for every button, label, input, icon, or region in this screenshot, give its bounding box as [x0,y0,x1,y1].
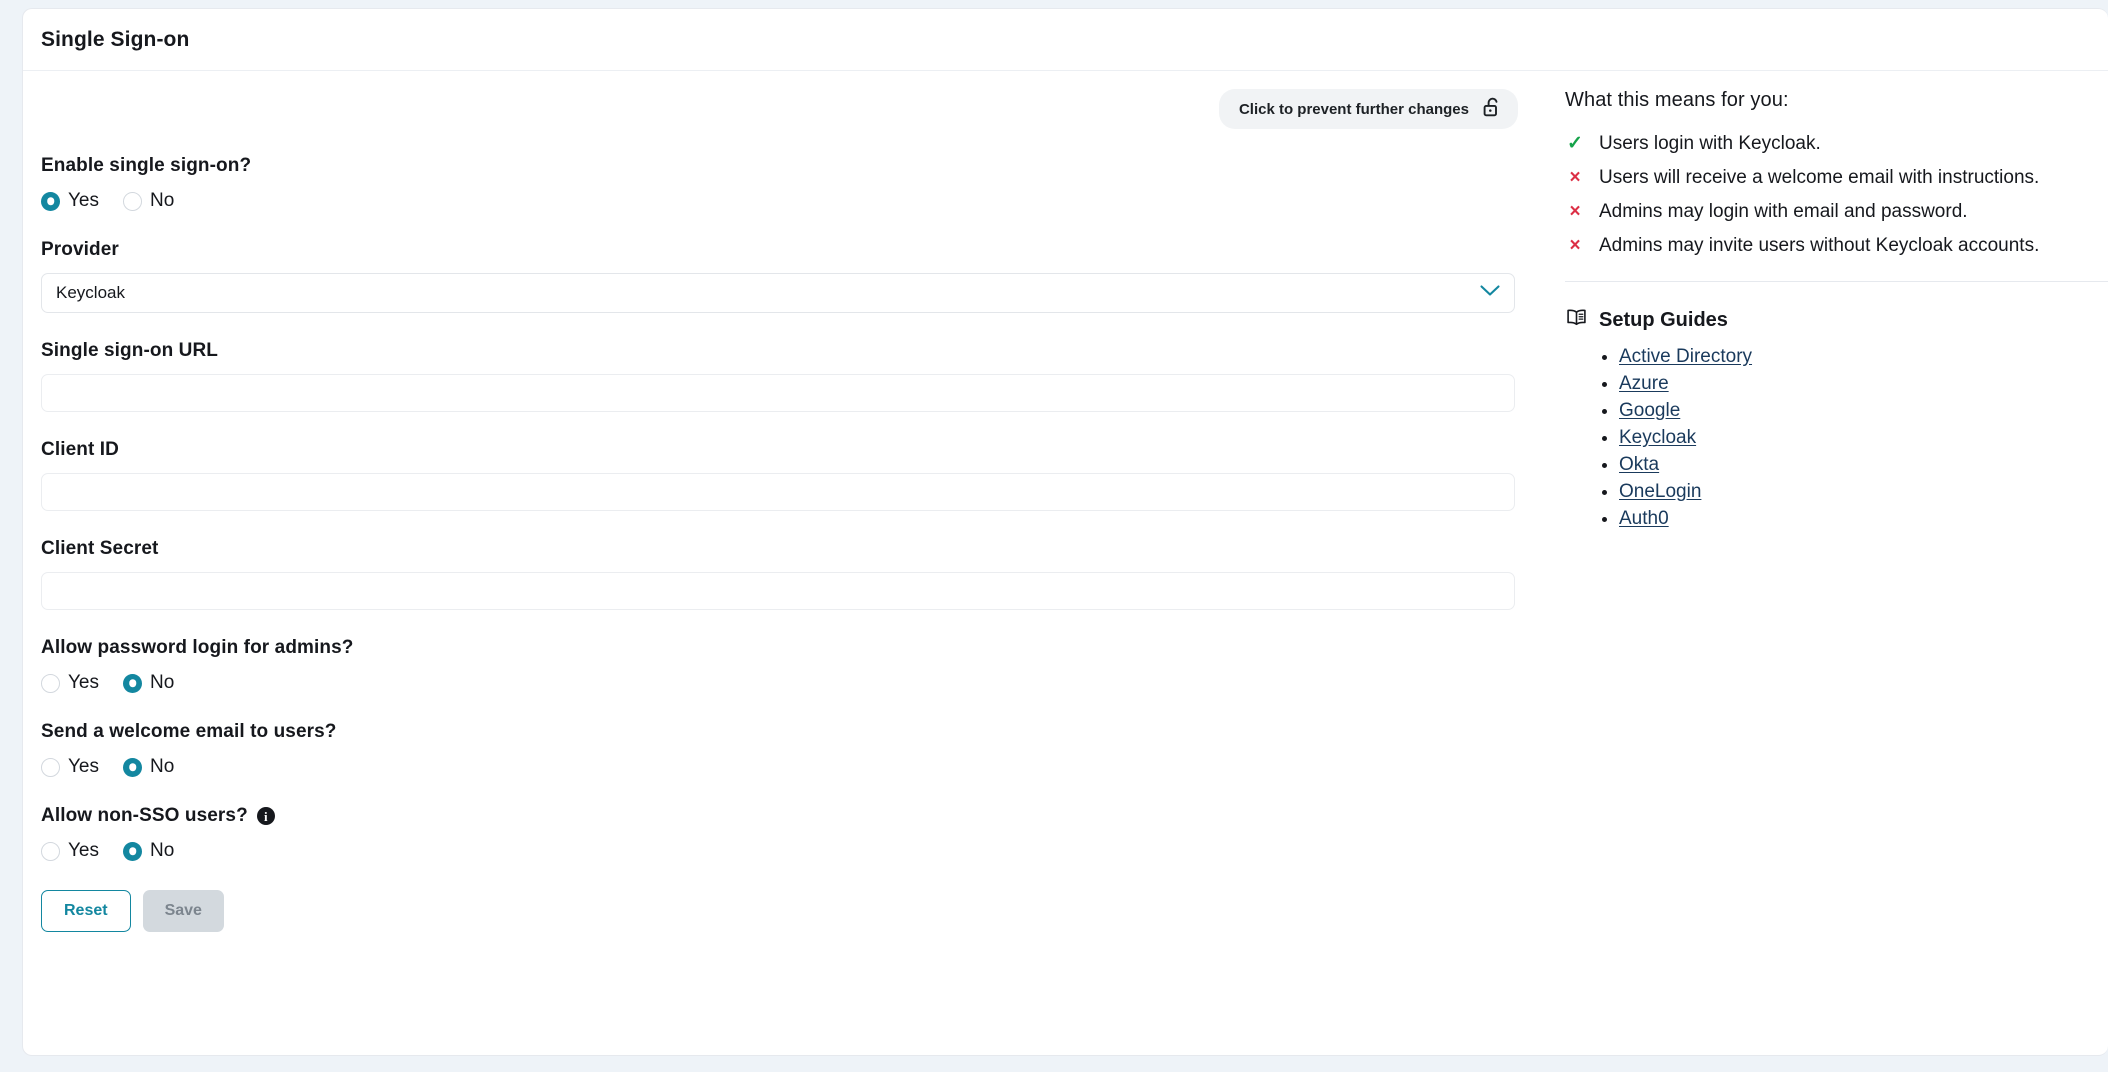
cross-icon: × [1569,167,1581,188]
field-client-secret: Client Secret [41,538,1531,610]
allow-password-login-radio-group: Yes No [41,672,1531,694]
provider-label: Provider [41,239,119,260]
enable-sso-yes[interactable]: Yes [41,190,99,212]
client-id-label: Client ID [41,439,119,460]
provider-select[interactable]: Keycloak [41,273,1515,313]
setup-guides-header: Setup Guides [1565,308,2108,332]
radio-label: Yes [68,672,99,693]
check-icon: ✓ [1567,133,1583,154]
enable-sso-label: Enable single sign-on? [41,155,252,176]
list-item: × Admins may invite users without Keyclo… [1565,232,2108,259]
radio-label: No [150,190,175,211]
radio-indicator[interactable] [41,673,60,693]
allow-non-sso-users-text: Allow non-SSO users? [41,805,248,826]
radio-indicator[interactable] [41,757,60,777]
sso-form: Click to prevent further changes Enable … [23,71,1531,932]
single-sign-on-card: Single Sign-on Click to prevent further … [22,8,2108,1056]
page-title: Single Sign-on [41,27,190,51]
radio-label: No [150,672,175,693]
form-actions: Reset Save [41,890,1531,932]
field-enable-sso: Enable single sign-on? Yes No [41,155,1531,212]
client-secret-input[interactable] [41,572,1515,610]
allow-non-sso-radio-group: Yes No [41,840,1531,862]
radio-indicator[interactable] [123,757,142,777]
guide-link-auth0[interactable]: Auth0 [1619,508,1669,529]
send-welcome-email-no[interactable]: No [123,756,174,778]
field-sso-url: Single sign-on URL [41,340,1531,412]
prevent-changes-button[interactable]: Click to prevent further changes [1218,89,1518,129]
guide-link-okta[interactable]: Okta [1619,454,1659,475]
guide-link-onelogin[interactable]: OneLogin [1619,481,1701,502]
allow-password-login-no[interactable]: No [123,672,174,694]
list-item: Google [1619,400,2108,422]
radio-indicator[interactable] [41,841,60,861]
radio-indicator[interactable] [123,673,142,693]
guide-link-active-directory[interactable]: Active Directory [1619,346,1752,367]
cross-icon: × [1569,201,1581,222]
card-body: Click to prevent further changes Enable … [23,71,2108,1055]
guide-link-azure[interactable]: Azure [1619,373,1669,394]
radio-indicator[interactable] [123,841,142,861]
list-item: OneLogin [1619,481,2108,503]
allow-non-sso-users-label: Allow non-SSO users? i [41,805,1531,827]
field-provider: Provider Keycloak [41,239,1531,313]
setup-guides-list: Active Directory Azure Google Keycloak O… [1565,346,2108,530]
sso-url-input[interactable] [41,374,1515,412]
list-item: ✓ Users login with Keycloak. [1565,130,2108,157]
save-button: Save [142,890,224,932]
radio-indicator[interactable] [123,191,142,211]
allow-non-sso-yes[interactable]: Yes [41,840,99,862]
reset-button[interactable]: Reset [41,890,131,932]
list-item-text: Admins may login with email and password… [1599,201,1968,222]
allow-password-login-yes[interactable]: Yes [41,672,99,694]
list-item: Active Directory [1619,346,2108,368]
radio-label: No [150,756,175,777]
info-panel: What this means for you: ✓ Users login w… [1531,71,2108,535]
client-id-input[interactable] [41,473,1515,511]
field-allow-password-login: Allow password login for admins? Yes No [41,637,1531,694]
radio-label: No [150,840,175,861]
send-welcome-email-radio-group: Yes No [41,756,1531,778]
allow-password-login-label: Allow password login for admins? [41,637,354,658]
lock-button-row: Click to prevent further changes [41,71,1531,129]
list-item: Okta [1619,454,2108,476]
cross-icon: × [1569,235,1581,256]
radio-label: Yes [68,840,99,861]
provider-select-wrapper: Keycloak [41,273,1515,313]
guide-link-keycloak[interactable]: Keycloak [1619,427,1696,448]
unlocked-padlock-icon [1483,97,1502,121]
list-item-text: Users login with Keycloak. [1599,133,1821,154]
card-header: Single Sign-on [23,9,2108,71]
list-item: Azure [1619,373,2108,395]
setup-guides-title: Setup Guides [1599,308,1728,331]
guide-link-google[interactable]: Google [1619,400,1680,421]
field-allow-non-sso-users: Allow non-SSO users? i Yes No [41,805,1531,862]
what-this-means-heading: What this means for you: [1565,89,1789,111]
radio-indicator[interactable] [41,191,60,211]
allow-non-sso-no[interactable]: No [123,840,174,862]
send-welcome-email-label: Send a welcome email to users? [41,721,337,742]
list-item-text: Admins may invite users without Keycloak… [1599,235,2040,256]
enable-sso-radio-group: Yes No [41,190,1531,212]
client-secret-label: Client Secret [41,538,159,559]
sso-settings-page: Single Sign-on Click to prevent further … [0,0,2108,1072]
list-item: × Admins may login with email and passwo… [1565,198,2108,225]
radio-label: Yes [68,190,99,211]
open-book-icon [1565,308,1588,332]
radio-label: Yes [68,756,99,777]
prevent-changes-label: Click to prevent further changes [1238,100,1469,118]
enable-sso-no[interactable]: No [123,190,174,212]
divider [1565,281,2108,282]
info-icon[interactable]: i [256,807,275,825]
list-item-text: Users will receive a welcome email with … [1599,167,2040,188]
sso-url-label: Single sign-on URL [41,340,219,361]
field-send-welcome-email: Send a welcome email to users? Yes No [41,721,1531,778]
list-item: × Users will receive a welcome email wit… [1565,164,2108,191]
provider-selected-value: Keycloak [56,283,125,302]
what-this-means-list: ✓ Users login with Keycloak. × Users wil… [1565,130,2108,259]
list-item: Keycloak [1619,427,2108,449]
list-item: Auth0 [1619,508,2108,530]
field-client-id: Client ID [41,439,1531,511]
send-welcome-email-yes[interactable]: Yes [41,756,99,778]
